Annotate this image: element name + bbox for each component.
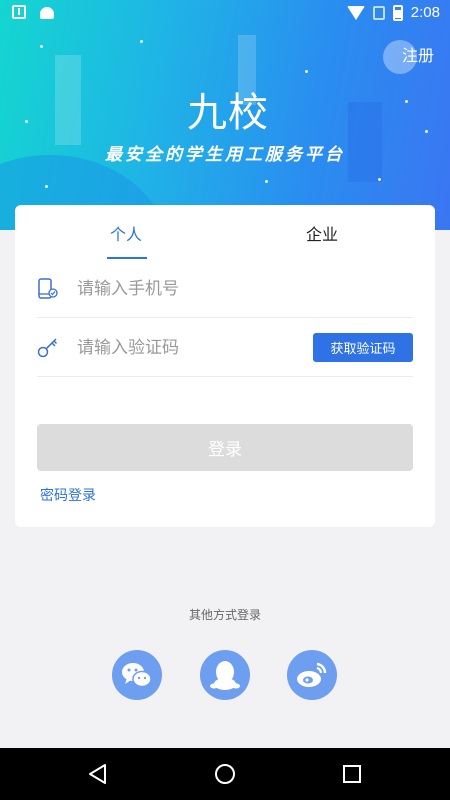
decorative-dot — [378, 178, 381, 181]
decorative-dot — [425, 130, 428, 133]
decorative-dot — [45, 185, 48, 188]
status-time: 2:08 — [410, 4, 440, 21]
password-login-link[interactable]: 密码登录 — [40, 485, 96, 505]
tab-personal[interactable]: 个人 — [110, 221, 142, 245]
decorative-dot — [140, 40, 143, 43]
recents-icon[interactable] — [340, 762, 364, 786]
weibo-login-button[interactable] — [287, 650, 337, 700]
register-link[interactable]: 注册 — [402, 42, 434, 66]
decorative-dot — [305, 70, 308, 73]
weibo-icon — [297, 662, 327, 687]
get-code-button[interactable]: 获取验证码 — [313, 333, 413, 362]
qq-icon — [210, 661, 240, 690]
phone-input[interactable] — [77, 274, 297, 304]
status-bar: 2:08 — [0, 0, 450, 26]
wechat-icon — [122, 663, 152, 688]
system-nav-bar — [0, 748, 450, 800]
app-logo: 九校 — [187, 90, 269, 136]
key-icon — [37, 338, 58, 358]
tab-business[interactable]: 企业 — [306, 221, 338, 245]
decorative-dot — [40, 45, 43, 48]
code-input[interactable] — [77, 333, 297, 363]
qq-login-button[interactable] — [200, 650, 250, 700]
phone-row — [37, 260, 413, 318]
code-row: 获取验证码 — [37, 319, 413, 377]
wechat-login-button[interactable] — [112, 650, 162, 700]
login-type-tabs: 个人 企业 — [15, 205, 435, 260]
phone-icon — [38, 278, 58, 299]
decorative-dot — [265, 180, 268, 183]
decorative-tower — [55, 55, 81, 145]
battery-icon — [392, 4, 403, 21]
home-icon[interactable] — [213, 762, 237, 786]
login-card: 个人 企业 获取验证码 登录 密码登录 — [15, 205, 435, 527]
wifi-icon — [346, 5, 365, 20]
tagline: 最安全的学生用工服务平台 — [105, 145, 345, 165]
no-sim-icon — [372, 5, 385, 20]
decorative-dot — [405, 100, 408, 103]
back-icon[interactable] — [86, 762, 110, 786]
login-button[interactable]: 登录 — [37, 424, 413, 471]
download-icon — [12, 5, 26, 19]
android-icon — [40, 7, 54, 19]
decorative-dot — [25, 120, 28, 123]
active-tab-indicator — [107, 257, 147, 259]
other-login-label: 其他方式登录 — [188, 608, 261, 622]
